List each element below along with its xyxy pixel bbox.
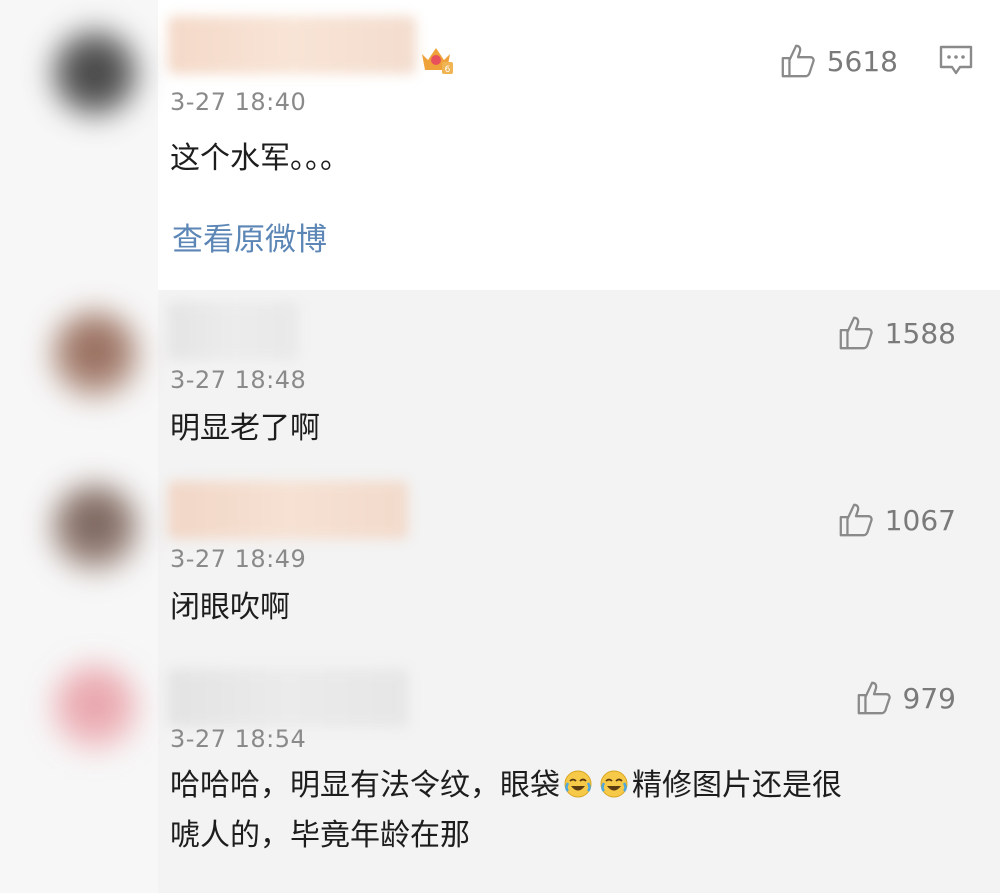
comment-time: 3-27 18:54 xyxy=(170,725,307,753)
thumbs-up-icon xyxy=(839,316,873,350)
username-blurred[interactable] xyxy=(168,481,408,539)
comment-item: 3-27 18:48 明显老了啊 1588 xyxy=(0,290,1000,473)
avatar[interactable] xyxy=(50,483,140,573)
comment-text-part: 哈哈哈，明显有法令纹，眼袋 xyxy=(170,768,560,803)
laugh-cry-emoji xyxy=(564,770,592,798)
comment-time: 3-27 18:40 xyxy=(170,88,307,116)
username-blurred[interactable] xyxy=(168,16,416,74)
avatar[interactable] xyxy=(50,28,140,118)
like-button[interactable]: 5618 xyxy=(779,42,898,80)
like-button[interactable]: 1067 xyxy=(837,501,956,539)
comment-item: 6 3-27 18:40 这个水军。。。 查看原微博 5618 xyxy=(0,0,1000,290)
like-button[interactable]: 979 xyxy=(855,679,956,717)
avatar[interactable] xyxy=(50,663,140,753)
svg-text:6: 6 xyxy=(445,65,451,75)
comment-text: 闭眼吹啊 xyxy=(170,590,290,625)
comment-text-line2: 唬人的，毕竟年龄在那 xyxy=(170,818,470,853)
comment-text-part: 精修图片还是很 xyxy=(632,768,842,803)
like-count: 979 xyxy=(902,681,956,715)
username-blurred[interactable] xyxy=(168,669,408,727)
username-blurred[interactable] xyxy=(168,302,298,360)
thumbs-up-icon xyxy=(839,503,873,537)
view-original-weibo-link[interactable]: 查看原微博 xyxy=(172,214,327,259)
comment-item: 3-27 18:54 哈哈哈，明显有法令纹，眼袋 精修图片还是很 唬人的，毕竟年龄… xyxy=(0,653,1000,893)
comment-text: 哈哈哈，明显有法令纹，眼袋 精修图片还是很 唬人的，毕竟年龄在那 xyxy=(170,761,950,861)
comment-time: 3-27 18:48 xyxy=(170,366,307,394)
like-button[interactable]: 1588 xyxy=(837,314,956,352)
comment-item: 3-27 18:49 闭眼吹啊 1067 xyxy=(0,473,1000,653)
thumbs-up-icon xyxy=(781,44,815,78)
comment-text: 明显老了啊 xyxy=(170,411,320,446)
like-count: 1067 xyxy=(884,503,956,537)
comment-time: 3-27 18:49 xyxy=(170,545,307,573)
avatar[interactable] xyxy=(50,310,140,400)
thumbs-up-icon xyxy=(857,681,891,715)
laugh-cry-emoji xyxy=(600,770,628,798)
like-count: 1588 xyxy=(884,316,956,350)
comment-text: 这个水军。。。 xyxy=(170,141,350,176)
comment-icon[interactable] xyxy=(938,42,974,78)
like-count: 5618 xyxy=(826,44,898,78)
crown-badge-icon: 6 xyxy=(422,48,453,75)
